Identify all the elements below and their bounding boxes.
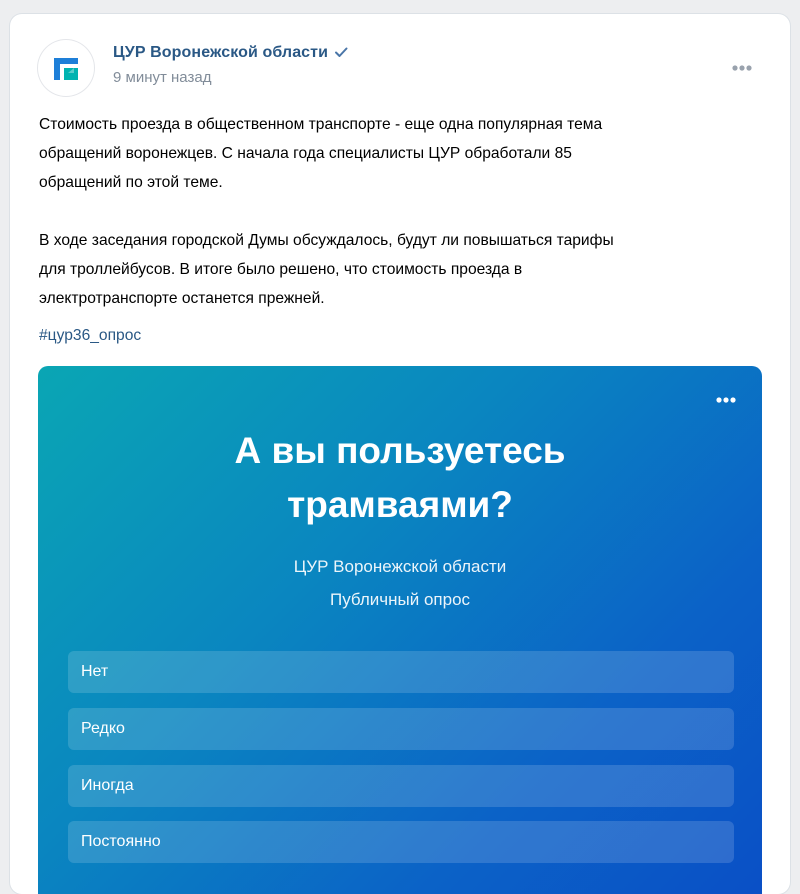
poll-option[interactable]: Постоянно bbox=[68, 821, 734, 863]
post-text-line: обращений по этой теме. bbox=[39, 174, 223, 191]
poll-author: ЦУР Воронежской области bbox=[293, 557, 507, 576]
post-text-line: электротранспорте останется прежней. bbox=[39, 290, 325, 307]
poll-option[interactable]: Иногда bbox=[68, 765, 734, 807]
post-text-line: Стоимость проезда в общественном транспо… bbox=[39, 116, 603, 133]
post-text-line: обращений воронежцев. С начала года спец… bbox=[39, 145, 572, 162]
post-text-line: для троллейбусов. В итоге было решено, ч… bbox=[39, 261, 523, 278]
author-avatar[interactable] bbox=[38, 40, 94, 96]
poll-title: А вы пользуетесь трамваями? bbox=[38, 424, 762, 532]
post-card: ЦУР Воронежской области 9 минут назад Ст… bbox=[10, 14, 790, 894]
poll-card: А вы пользуетесь трамваями? ЦУР Воронежс… bbox=[38, 366, 762, 894]
post-time[interactable]: 9 минут назад bbox=[113, 69, 211, 86]
poll-type: Публичный опрос bbox=[329, 590, 471, 609]
verified-check-icon bbox=[334, 45, 348, 64]
poll-option[interactable]: Нет bbox=[68, 651, 734, 693]
poll-more-icon[interactable] bbox=[708, 392, 744, 408]
post-text-line: В ходе заседания городской Думы обсуждал… bbox=[39, 232, 614, 249]
poll-title-line: трамваями? bbox=[287, 484, 513, 525]
poll-info: ЦУР Воронежской области Публичный опрос bbox=[38, 550, 762, 616]
post-text: Стоимость проезда в общественном транспо… bbox=[39, 110, 759, 313]
poll-option[interactable]: Редко bbox=[68, 708, 734, 750]
hashtag-link[interactable]: #цур36_опрос bbox=[39, 325, 141, 347]
post-more-icon[interactable] bbox=[724, 58, 760, 78]
author-name[interactable]: ЦУР Воронежской области bbox=[113, 44, 348, 64]
cur-logo-icon bbox=[54, 58, 78, 80]
poll-title-line: А вы пользуетесь bbox=[234, 430, 566, 471]
post-header: ЦУР Воронежской области 9 минут назад bbox=[10, 14, 790, 104]
author-name-text[interactable]: ЦУР Воронежской области bbox=[113, 44, 328, 61]
